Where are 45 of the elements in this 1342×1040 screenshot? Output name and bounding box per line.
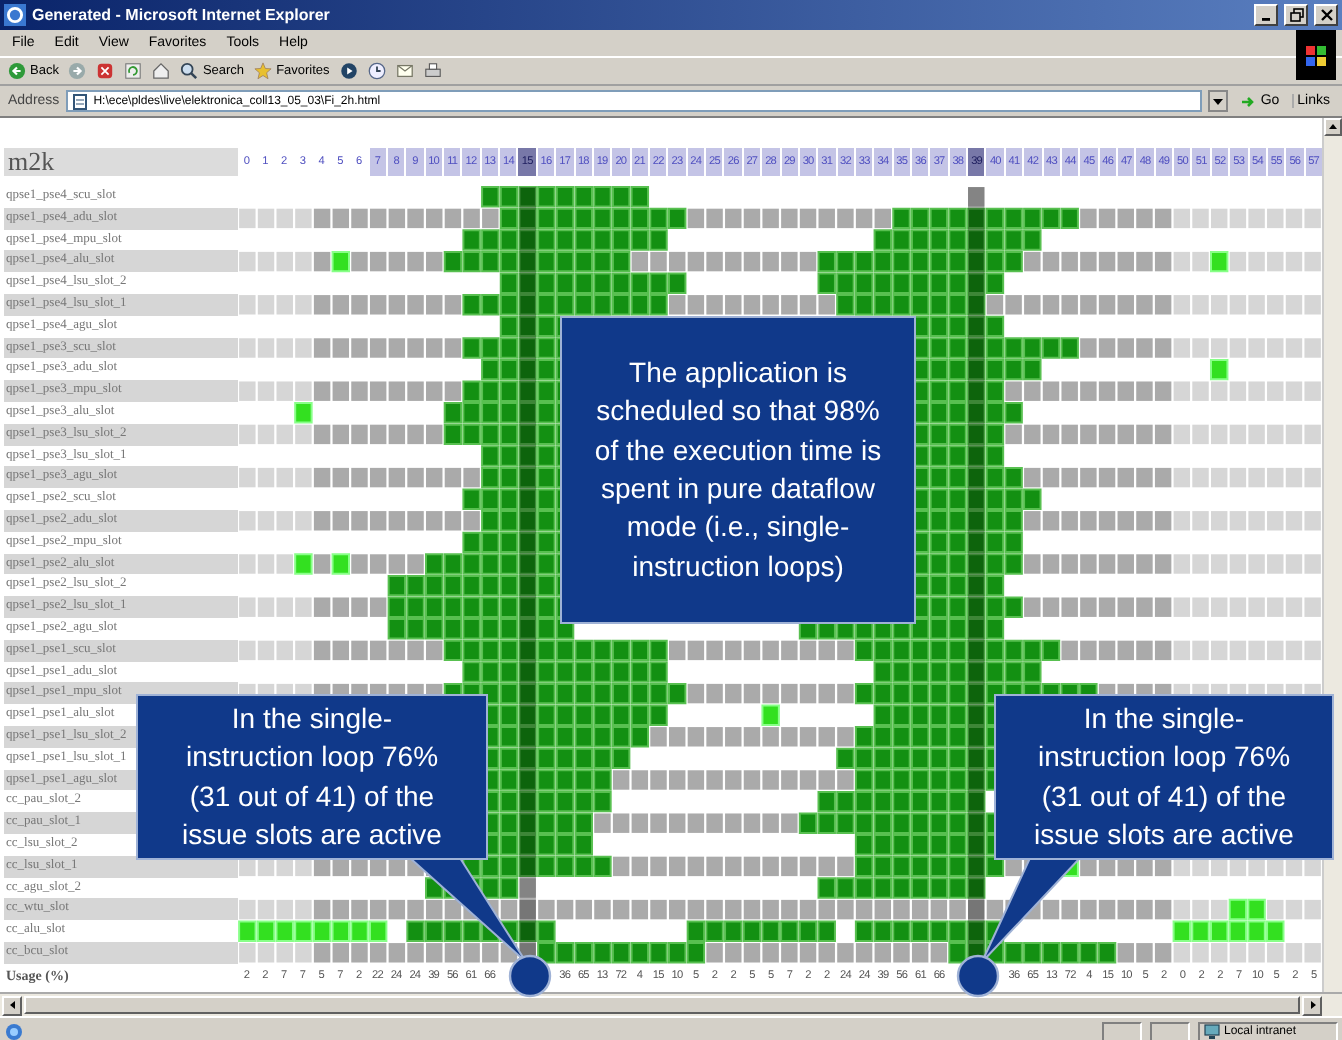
mail-button[interactable] (395, 62, 414, 80)
scroll-right-button[interactable] (1302, 995, 1322, 1015)
home-button[interactable] (152, 62, 171, 80)
scrollbar-thumb[interactable] (24, 996, 1300, 1014)
status-pane (1150, 1021, 1190, 1040)
callout-text: In the single-instruction loop 76% (31 out of 41) of the issue slots are active (1032, 699, 1296, 854)
right-arrow-icon (68, 62, 87, 80)
page-icon (71, 93, 88, 109)
stop-button[interactable] (96, 62, 115, 80)
printer-icon (423, 62, 442, 80)
scroll-up-button[interactable] (1324, 118, 1342, 136)
play-icon (339, 62, 358, 80)
scroll-left-button[interactable] (2, 995, 22, 1015)
envelope-icon (395, 62, 414, 80)
right-triangle-icon (1307, 1000, 1317, 1010)
throbber-icon (1296, 30, 1336, 80)
close-icon (1319, 8, 1333, 22)
clock-icon (367, 62, 386, 80)
dropdown-button[interactable] (1208, 90, 1229, 112)
house-icon (152, 62, 171, 80)
status-pane (1102, 1021, 1142, 1040)
page-icon (4, 1022, 24, 1040)
callout-text: The application is scheduled so that 98% of the execution time is spent in pure dataflow mode (i.e., single-instruction loops) (592, 354, 884, 586)
computer-icon (1204, 1024, 1220, 1040)
close-button[interactable] (1314, 4, 1338, 26)
logo-text: m2k (6, 148, 55, 176)
refresh-icon (124, 62, 143, 80)
right-arrow-icon (1240, 93, 1257, 109)
stop-icon (96, 62, 115, 80)
browser-icon (4, 4, 26, 26)
maximize-button[interactable] (1284, 4, 1308, 26)
search-icon (180, 62, 199, 80)
caret-icon (1212, 95, 1225, 107)
minimize-button[interactable] (1254, 4, 1278, 26)
left-triangle-icon (7, 1000, 17, 1010)
print-button[interactable] (423, 62, 442, 80)
media-button[interactable] (339, 62, 358, 80)
window-title: Generated - Microsoft Internet Explorer (32, 6, 332, 24)
history-button[interactable] (367, 62, 386, 80)
callout-text: In the single-instruction loop 76% (31 out of 41) of the issue slots are active (180, 699, 444, 854)
left-arrow-icon (8, 62, 26, 80)
refresh-button[interactable] (124, 62, 143, 80)
up-triangle-icon (1328, 122, 1338, 132)
star-icon (254, 62, 273, 80)
restore-icon (1289, 8, 1303, 22)
